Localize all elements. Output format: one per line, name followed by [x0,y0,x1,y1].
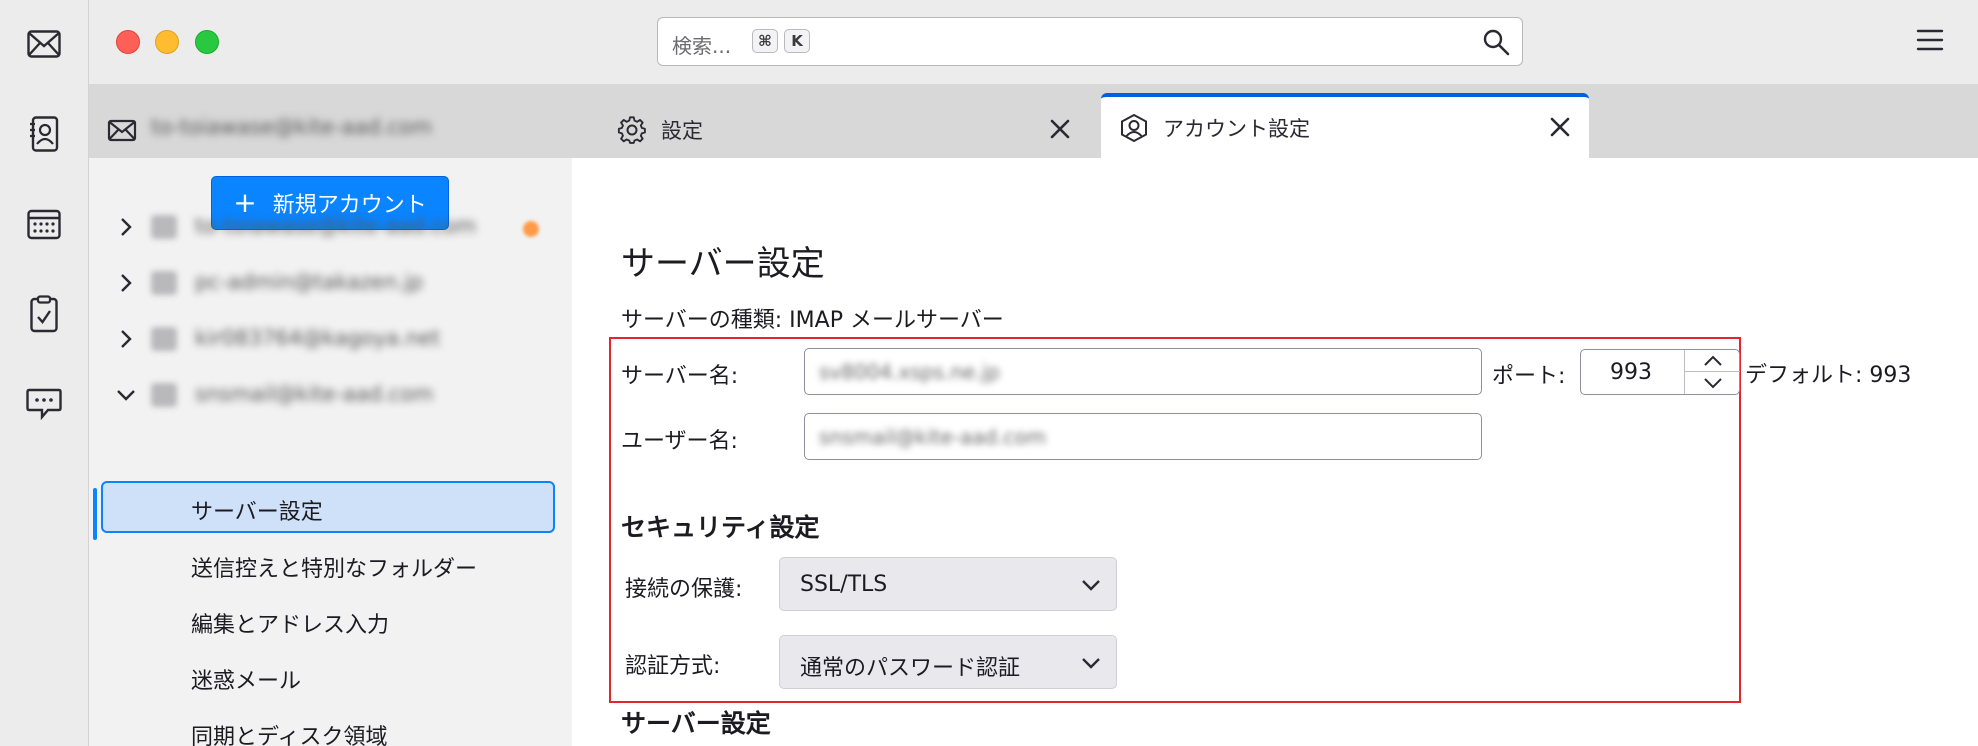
chevron-up-icon [1703,355,1722,366]
connection-security-value: SSL/TLS [800,572,888,597]
port-input[interactable]: 993 [1580,349,1740,395]
calendar-space-button[interactable] [18,198,70,250]
address-book-icon [30,116,59,152]
shortcut-k-key: K [784,29,810,53]
shortcut-cmd-key: ⌘ [752,29,778,53]
port-increment-button[interactable] [1685,350,1740,372]
mail-icon [27,30,61,58]
account-row[interactable]: snsmail@kite-aad.com [89,370,572,420]
username-label: ユーザー名: [621,429,738,454]
search-placeholder: 検索... [672,34,732,58]
connection-security-label: 接続の保護: [625,577,743,602]
settings-content: サーバー設定 サーバーの種類: IMAP メールサーバー サーバー名: sv80… [572,158,1978,746]
port-spinner [1684,350,1740,394]
calendar-icon [27,209,61,240]
sidebar-item-sync-disk[interactable]: 同期とディスク領域 [101,706,555,746]
chevron-down-icon [1703,378,1722,389]
address-book-space-button[interactable] [18,108,70,160]
username-input[interactable]: snsmail@kite-aad.com [804,413,1482,460]
account-icon [151,383,177,407]
account-tree-sidebar: + 新規アカウント to-toiawase@kite-aad.com pc-ad… [89,158,572,746]
sidebar-item-composition[interactable]: 編集とアドレス入力 [101,594,555,646]
close-window-button[interactable] [116,30,140,54]
mail-space-button[interactable] [18,18,70,70]
auth-method-value: 通常のパスワード認証 [800,656,1021,681]
minimize-window-button[interactable] [155,30,179,54]
account-row[interactable]: kir083764@kagoya.net [89,314,572,364]
zoom-window-button[interactable] [195,30,219,54]
sidebar-item-label: 同期とディスク領域 [191,725,388,746]
account-icon [151,215,177,239]
auth-method-label: 認証方式: [625,654,721,679]
spaces-toolbar [0,0,89,746]
account-icon [1121,113,1147,143]
mail-icon [107,119,137,142]
chat-space-button[interactable] [18,378,70,430]
account-row[interactable]: pc-admin@takazen.jp [89,258,572,308]
selection-indicator [93,488,97,540]
tab-strip: to-toiawase@kite-aad.com 設定 アカウント設定 [89,85,1978,158]
port-label: ポート: [1492,364,1566,389]
chat-icon [26,388,62,421]
tab-account-settings-label: アカウント設定 [1163,117,1310,141]
tasks-space-button[interactable] [18,288,70,340]
hamburger-menu-icon[interactable] [1915,28,1945,52]
account-label: kir083764@kagoya.net [195,326,441,350]
gear-icon [617,116,646,144]
port-value: 993 [1610,360,1652,385]
sidebar-item-label: 送信控えと特別なフォルダー [191,557,478,582]
account-label: to-toiawase@kite-aad.com [195,214,477,238]
server-name-label: サーバー名: [621,364,739,389]
server-type-text: サーバーの種類: IMAP メールサーバー [621,308,1004,333]
server-name-input[interactable]: sv8004.xsps.ne.jp [804,348,1482,395]
server-name-value: sv8004.xsps.ne.jp [819,360,1000,384]
auth-method-select[interactable]: 通常のパスワード認証 [779,635,1117,689]
sidebar-item-junk[interactable]: 迷惑メール [101,650,555,702]
port-decrement-button[interactable] [1685,372,1740,394]
sidebar-item-server-settings[interactable]: サーバー設定 [101,481,555,533]
chevron-right-icon[interactable] [115,216,137,238]
sidebar-item-label: 迷惑メール [191,669,302,694]
security-heading: セキュリティ設定 [621,513,820,542]
username-value: snsmail@kite-aad.com [819,425,1047,449]
new-mail-badge [523,221,539,237]
tab-mail-label: to-toiawase@kite-aad.com [151,115,433,139]
page-title: サーバー設定 [621,244,825,284]
next-section-heading: サーバー設定 [621,709,771,738]
tab-settings[interactable]: 設定 [599,95,1179,158]
sidebar-item-label: 編集とアドレス入力 [191,613,390,638]
global-search-input[interactable]: 検索... ⌘ K [657,17,1523,66]
close-icon[interactable] [1549,116,1571,138]
sidebar-item-copies-folders[interactable]: 送信控えと特別なフォルダー [101,538,555,590]
chevron-right-icon[interactable] [115,328,137,350]
close-icon[interactable] [1049,118,1071,140]
titlebar: 検索... ⌘ K [89,0,1978,85]
search-icon[interactable] [1482,28,1510,56]
account-icon [151,327,177,351]
chevron-down-icon[interactable] [115,384,137,406]
tab-account-settings[interactable]: アカウント設定 [1101,93,1589,158]
tab-mail[interactable]: to-toiawase@kite-aad.com [89,95,589,158]
chevron-down-icon [1082,580,1100,591]
default-port-text: デフォルト: 993 [1745,363,1912,388]
connection-security-select[interactable]: SSL/TLS [779,557,1117,611]
chevron-right-icon[interactable] [115,272,137,294]
sidebar-item-label: サーバー設定 [191,500,323,525]
account-label: pc-admin@takazen.jp [195,270,424,294]
account-label: snsmail@kite-aad.com [195,382,434,406]
chevron-down-icon [1082,658,1100,669]
account-icon [151,271,177,295]
tab-settings-label: 設定 [661,119,703,143]
tasks-icon [30,295,58,333]
account-row[interactable]: to-toiawase@kite-aad.com [89,202,572,252]
